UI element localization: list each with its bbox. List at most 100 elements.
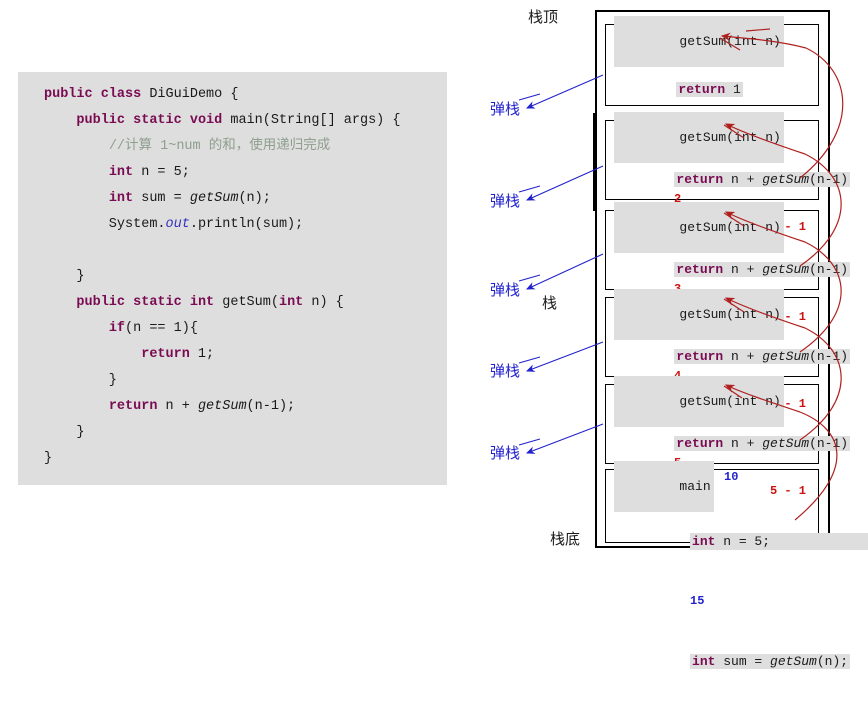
stack-frame-1-title: getSum(int n)	[614, 16, 784, 67]
pop-label-2: 弹栈	[490, 192, 521, 210]
code-listing: public class DiGuiDemo { public static v…	[44, 82, 400, 472]
code-token: (n);	[238, 191, 271, 206]
code-token: .println(sum);	[189, 217, 304, 232]
code-line: }	[44, 368, 400, 394]
code-token: sum =	[133, 191, 190, 206]
pop-label-4: 弹栈	[490, 362, 521, 380]
int-keyword: int	[692, 534, 716, 549]
frame-title-text: getSum(int n)	[679, 220, 781, 235]
stack-frame-4-title: getSum(int n)	[614, 289, 784, 340]
code-line: int n = 5;	[44, 160, 400, 186]
line-pad	[770, 534, 864, 549]
stack-frame-main-body: int n = 5; 15 int sum = getSum(n);	[612, 488, 868, 714]
stack-frame-1-body: return 1	[614, 67, 743, 112]
stack-frame-3-title: getSum(int n)	[614, 202, 784, 253]
stack-frame-4-annotations: 4 6 4 - 1	[612, 355, 812, 411]
code-line: return 1;	[44, 342, 400, 368]
sum-declaration: sum =	[715, 654, 771, 669]
code-token: getSum(	[214, 295, 279, 310]
code-line: int sum = getSum(n);	[44, 186, 400, 212]
n-declaration: n = 5;	[715, 534, 771, 549]
code-token: System.	[44, 217, 166, 232]
code-token: n) {	[303, 295, 344, 310]
stack-top-label: 栈顶	[528, 8, 559, 26]
code-token: }	[44, 425, 85, 440]
pop-label-3: 弹栈	[490, 281, 521, 299]
code-token: }	[44, 451, 53, 466]
stack-frame-3: getSum(int n) return n + getSum(n-1) 3 3…	[605, 202, 851, 324]
code-token: n = 5;	[133, 165, 190, 180]
stack-frame-5: getSum(int n) return n + getSum(n-1) 5 1…	[605, 376, 851, 498]
stack-label: 栈	[542, 294, 558, 312]
code-token: getSum	[189, 191, 239, 206]
stack-frame-2-title: getSum(int n)	[614, 112, 784, 163]
code-line: }	[44, 264, 400, 290]
stack-frame-5-title: getSum(int n)	[614, 376, 784, 427]
code-line: }	[44, 420, 400, 446]
main-decl-sum: int sum = getSum(n);	[690, 654, 851, 669]
code-token: int	[278, 295, 304, 310]
code-token: int	[189, 295, 215, 310]
stack-frame-1: getSum(int n) return 1	[605, 16, 819, 106]
stack-bottom-label: 栈底	[550, 530, 581, 548]
code-token: return	[108, 399, 158, 414]
code-token: static	[133, 113, 182, 128]
code-token: int	[108, 191, 134, 206]
code-token: getSum	[197, 399, 247, 414]
code-token: public	[44, 87, 93, 102]
code-token: static	[133, 295, 182, 310]
code-token: return	[141, 347, 190, 362]
code-token: DiGuiDemo {	[141, 87, 239, 102]
code-token: public	[76, 113, 126, 128]
recursive-arg: (n-1)	[809, 262, 849, 277]
recursive-arg: (n-1)	[809, 436, 849, 451]
stack-frame-3-annotations: 3 3 3 - 1	[612, 268, 812, 324]
code-line: }	[44, 446, 400, 472]
main-decl-n: int n = 5;	[690, 533, 868, 550]
code-token: (n == 1){	[125, 321, 198, 336]
stack-frame-4: getSum(int n) return n + getSum(n-1) 4 6…	[605, 289, 851, 411]
code-token: }	[44, 373, 117, 388]
getsum-call: getSum	[770, 654, 817, 669]
code-line: public static int getSum(int n) {	[44, 290, 400, 316]
recursive-arg: (n-1)	[809, 349, 849, 364]
annot-final-result: 15	[690, 594, 705, 608]
frame-title-text: getSum(int n)	[679, 307, 781, 322]
code-line: public static void main(String[] args) {	[44, 108, 400, 134]
frame-1-return-stmt: return 1	[676, 82, 743, 97]
frame-title-text: getSum(int n)	[679, 34, 781, 49]
call-stack-diagram: 栈顶 栈 栈底 弹栈 弹栈 弹栈 弹栈 弹栈 getSum(int n) ret…	[480, 0, 868, 669]
code-token: int	[108, 165, 134, 180]
code-line: if(n == 1){	[44, 316, 400, 342]
code-token: public	[76, 295, 126, 310]
code-token: 1;	[189, 347, 215, 362]
stack-frame-main: main int n = 5; 15 int sum = getSum(n);	[605, 461, 868, 669]
frame-title-text: getSum(int n)	[679, 394, 781, 409]
code-line: //计算 1~num 的和，使用递归完成	[44, 134, 400, 160]
return-value: 1	[725, 82, 741, 97]
main-line-2: int sum = getSum(n);	[612, 639, 868, 684]
code-token: }	[44, 269, 85, 284]
main-line-1: int n = 5;	[612, 518, 868, 565]
recursive-arg: (n-1)	[809, 172, 849, 187]
code-line: return n + getSum(n-1);	[44, 394, 400, 420]
code-token: main(String[] args) {	[222, 113, 401, 128]
code-token: if	[108, 321, 126, 336]
code-token: out	[165, 217, 190, 232]
stack-frame-2: getSum(int n) return n + getSum(n-1) 2 1…	[605, 112, 851, 234]
code-token: void	[189, 113, 223, 128]
getsum-arg: (n);	[816, 654, 849, 669]
